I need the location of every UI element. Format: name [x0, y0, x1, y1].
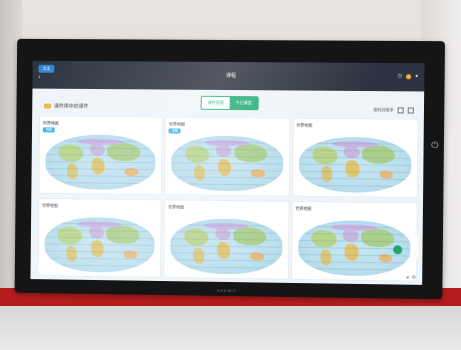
world-map-thumbnail: [298, 136, 412, 194]
sort-controls: 按时间排序: [373, 107, 414, 114]
floor: [0, 306, 461, 350]
settings-icon[interactable]: ⚙: [412, 275, 417, 281]
card-title: 世界地图: [42, 202, 58, 208]
card-title: 世界地图: [42, 120, 59, 126]
top-badge[interactable]: 点击: [38, 64, 55, 73]
card-title: 世界地图: [168, 204, 185, 210]
grid-icon[interactable]: [407, 107, 414, 114]
card-title: 世界地图: [168, 121, 185, 127]
world-map-thumbnail: [45, 134, 156, 191]
courseware-card[interactable]: 世界地图 地图: [165, 117, 290, 196]
courseware-card[interactable]: 世界地图: [291, 201, 417, 281]
clock-icon[interactable]: ◷: [398, 73, 402, 79]
world-map-thumbnail: [44, 216, 156, 273]
tab-today-class[interactable]: 今日课堂: [229, 97, 258, 110]
courseware-grid: 世界地图 地图 世界地图 地图 世界地图 世界地图 世界地图 世界地图: [38, 116, 418, 281]
card-header: 世界地图: [296, 122, 415, 131]
volume-icon[interactable]: ◂: [406, 275, 409, 281]
section-header: 课件库中的课件: [44, 103, 89, 110]
card-header: 世界地图: [169, 120, 286, 129]
display-screen: 点击 ‹ 课程 ◷ ● 课件资源 今日课堂 课件库中的课件 按时间排序 世界地图…: [30, 60, 425, 285]
folder-icon: [44, 103, 52, 109]
bottom-right-controls: ◂ ⚙: [406, 275, 416, 281]
user-icon[interactable]: ●: [415, 73, 418, 79]
smart-board-display: 点击 ‹ 课程 ◷ ● 课件资源 今日课堂 课件库中的课件 按时间排序 世界地图…: [14, 38, 446, 300]
courseware-card[interactable]: 世界地图: [292, 118, 418, 198]
sort-label[interactable]: 按时间排序: [373, 107, 393, 113]
courseware-card[interactable]: 世界地图 地图: [39, 116, 163, 195]
tab-courseware[interactable]: 课件资源: [201, 96, 230, 110]
card-title: 世界地图: [295, 205, 312, 212]
back-icon[interactable]: ‹: [38, 75, 40, 81]
courseware-card[interactable]: 世界地图: [164, 200, 289, 279]
card-header: 世界地图: [43, 119, 159, 128]
app-topbar: 点击 ‹ 课程 ◷ ●: [32, 60, 425, 92]
tab-switcher: 课件资源 今日课堂: [200, 95, 259, 111]
card-header: 世界地图: [42, 202, 158, 211]
card-header: 世界地图: [168, 203, 285, 212]
card-tag: 地图: [168, 128, 181, 134]
tv-side-button-icon[interactable]: ⏻: [430, 140, 440, 150]
topbar-right-controls: ◷ ●: [398, 73, 419, 79]
page-title: 课程: [225, 72, 236, 80]
section-title: 课件库中的课件: [53, 103, 89, 110]
status-indicator: [406, 73, 412, 79]
card-tag: 地图: [42, 127, 55, 133]
side-drawer-handle[interactable]: [412, 234, 419, 259]
courseware-card[interactable]: 世界地图: [38, 198, 162, 278]
world-map-thumbnail: [171, 135, 284, 192]
main-content: 课件资源 今日课堂 课件库中的课件 按时间排序 世界地图 地图 世界地图 地图 …: [30, 88, 425, 285]
world-map-thumbnail: [170, 218, 283, 275]
floating-action-button[interactable]: [393, 245, 403, 255]
list-icon[interactable]: [397, 107, 404, 114]
card-header: 世界地图: [295, 205, 414, 214]
card-title: 世界地图: [296, 122, 313, 128]
